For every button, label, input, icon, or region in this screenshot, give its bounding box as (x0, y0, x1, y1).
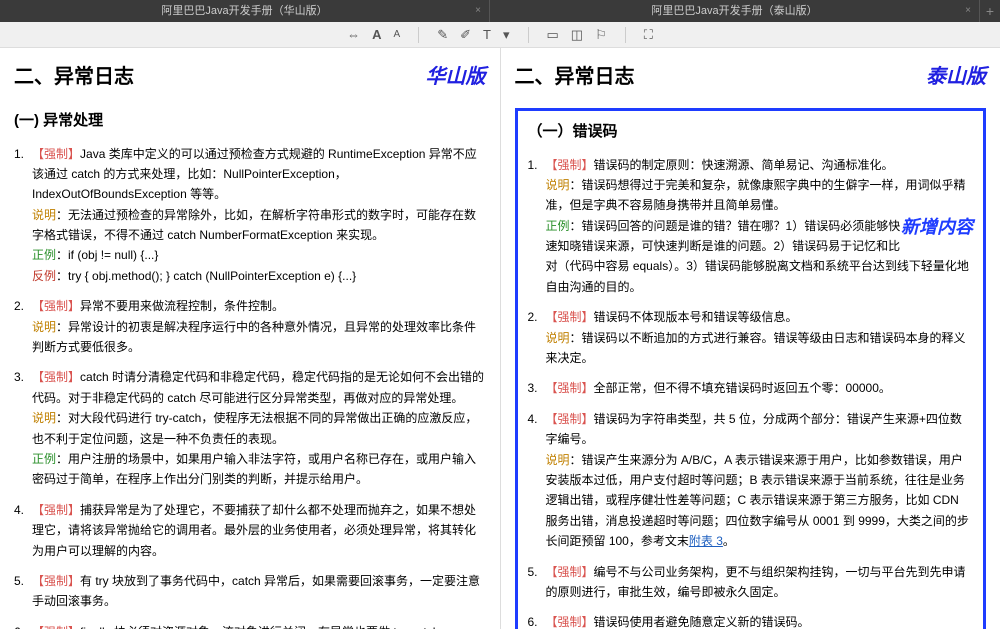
list-item: 4. 【强制】错误码为字符串类型，共 5 位，分成两个部分：错误产生来源+四位数… (528, 409, 974, 552)
list-item: 3. 【强制】catch 时请分清稳定代码和非稳定代码，稳定代码指的是无论如何不… (14, 367, 486, 489)
appendix-link[interactable]: 附表 3 (689, 534, 723, 548)
list-item: 4. 【强制】捕获异常是为了处理它，不要捕获了却什么都不处理而抛弃之，如果不想处… (14, 500, 486, 561)
label-zhengli: 正例 (32, 248, 56, 262)
tag-mandatory: 【强制】 (546, 412, 594, 426)
list-item: 1. 【强制】错误码的制定原则：快速溯源、简单易记、沟通标准化。 说明：错误码想… (528, 155, 974, 298)
tag-mandatory: 【强制】 (32, 574, 80, 588)
tag-mandatory: 【强制】 (32, 299, 80, 313)
add-tab-button[interactable]: + (980, 0, 1000, 22)
version-badge-right: 泰山版 (926, 60, 986, 94)
label-shuoming: 说明 (32, 208, 56, 222)
crop-icon[interactable]: ⛶ (644, 27, 653, 43)
right-pane: 泰山版 二、异常日志 （一）错误码 1. 【强制】错误码的制定原则：快速溯源、简… (501, 48, 1000, 629)
tab-label: 阿里巴巴Java开发手册（华山版） (161, 5, 327, 17)
section-heading: 二、异常日志 (515, 60, 987, 94)
tag-mandatory: 【强制】 (546, 565, 594, 579)
fit-width-icon[interactable]: ⇔ (347, 27, 360, 42)
list-item: 1. 【强制】Java 类库中定义的可以通过预检查方式规避的 RuntimeEx… (14, 144, 486, 287)
subsection-heading: （一）错误码 (528, 119, 974, 145)
separator (418, 27, 419, 43)
tag-mandatory: 【强制】 (546, 381, 594, 395)
text-tool-icon[interactable]: T (483, 27, 491, 42)
close-icon[interactable]: × (965, 0, 971, 22)
label-shuoming: 说明 (546, 453, 570, 467)
label-fanli: 反例 (32, 269, 56, 283)
bookmark-icon[interactable]: ◫ (571, 27, 583, 43)
list-item: 3. 【强制】全部正常，但不得不填充错误码时返回五个零：00000。 (528, 378, 974, 398)
label-shuoming: 说明 (546, 331, 570, 345)
dropdown-icon[interactable]: ▾ (503, 27, 510, 43)
version-badge-left: 华山版 (426, 60, 486, 94)
list-item: 6. 【强制】finally 块必须对资源对象、流对象进行关闭，有异常也要做 t… (14, 622, 486, 629)
content-area: 华山版 二、异常日志 (一) 异常处理 1. 【强制】Java 类库中定义的可以… (0, 48, 1000, 629)
close-icon[interactable]: × (475, 0, 481, 22)
pencil-icon[interactable]: ✎ (437, 27, 448, 43)
list-item: 6. 【强制】错误码使用者避免随意定义新的错误码。 说明：尽可能在原有错误码附表… (528, 612, 974, 629)
separator (625, 27, 626, 43)
left-pane: 华山版 二、异常日志 (一) 异常处理 1. 【强制】Java 类库中定义的可以… (0, 48, 501, 629)
font-small-icon[interactable]: A (394, 29, 401, 40)
separator (528, 27, 529, 43)
tag-mandatory: 【强制】 (546, 158, 594, 172)
list-item: 2. 【强制】异常不要用来做流程控制，条件控制。 说明：异常设计的初衷是解决程序… (14, 296, 486, 357)
list-item: 5. 【强制】编号不与公司业务架构，更不与组织架构挂钩，一切与平台先到先申请的原… (528, 562, 974, 603)
rule-list: 1. 【强制】错误码的制定原则：快速溯源、简单易记、沟通标准化。 说明：错误码想… (528, 155, 974, 629)
comment-icon[interactable]: ▭ (547, 27, 559, 43)
rule-list: 1. 【强制】Java 类库中定义的可以通过预检查方式规避的 RuntimeEx… (14, 144, 486, 629)
label-zhengli: 正例 (32, 452, 56, 466)
tab-right[interactable]: 阿里巴巴Java开发手册（泰山版） × (490, 0, 980, 22)
tab-label: 阿里巴巴Java开发手册（泰山版） (651, 5, 817, 17)
highlight-box: （一）错误码 1. 【强制】错误码的制定原则：快速溯源、简单易记、沟通标准化。 … (515, 108, 987, 629)
marker-icon[interactable]: ✐ (460, 27, 471, 43)
label-shuoming: 说明 (32, 411, 56, 425)
pin-icon[interactable]: ⚐ (595, 27, 607, 43)
label-zhengli: 正例 (546, 219, 570, 233)
label-shuoming: 说明 (32, 320, 56, 334)
font-size-icon[interactable]: A (372, 27, 381, 42)
tab-left[interactable]: 阿里巴巴Java开发手册（华山版） × (0, 0, 490, 22)
tag-mandatory: 【强制】 (32, 625, 80, 629)
new-content-badge: 新增内容 (901, 212, 973, 243)
tag-mandatory: 【强制】 (546, 310, 594, 324)
tag-mandatory: 【强制】 (546, 615, 594, 629)
tag-mandatory: 【强制】 (32, 503, 80, 517)
list-item: 5. 【强制】有 try 块放到了事务代码中，catch 异常后，如果需要回滚事… (14, 571, 486, 612)
toolbar: ⇔ A A ✎ ✐ T ▾ ▭ ◫ ⚐ ⛶ (0, 22, 1000, 48)
list-item: 2. 【强制】错误码不体现版本号和错误等级信息。 说明：错误码以不断追加的方式进… (528, 307, 974, 368)
tag-mandatory: 【强制】 (32, 147, 80, 161)
tag-mandatory: 【强制】 (32, 370, 80, 384)
subsection-heading: (一) 异常处理 (14, 108, 486, 134)
section-heading: 二、异常日志 (14, 60, 486, 94)
title-bar: 阿里巴巴Java开发手册（华山版） × 阿里巴巴Java开发手册（泰山版） × … (0, 0, 1000, 22)
label-shuoming: 说明 (546, 178, 570, 192)
